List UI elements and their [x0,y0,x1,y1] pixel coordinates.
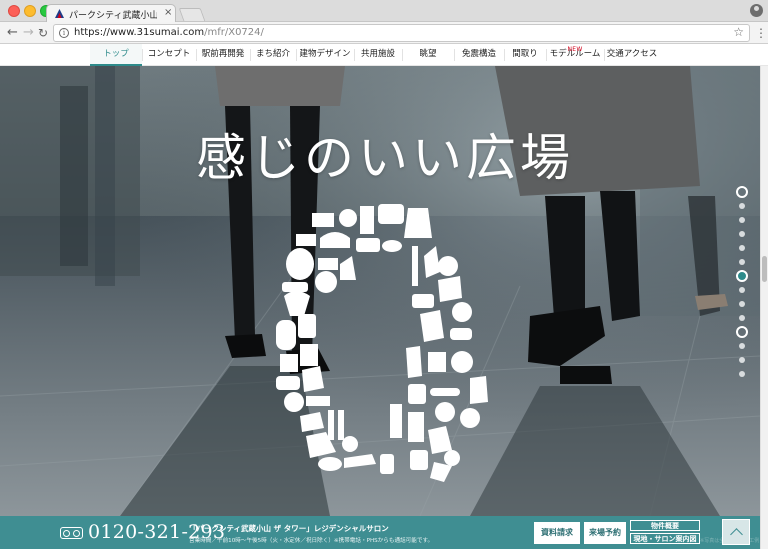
nav-item-floorplan[interactable]: 間取り [504,44,546,66]
browser-tab[interactable]: パークシティ武蔵小山 ザ タワー × [46,4,176,23]
page-scrollbar[interactable] [760,66,768,549]
address-bar[interactable]: i https://www.31sumai.com/mfr/X0724/ ☆ [53,24,750,42]
salon-name: 「パークシティ武蔵小山 ザ タワー」レジデンシャルサロン [189,524,389,533]
pager-dot[interactable] [739,315,745,321]
star-icon[interactable]: ☆ [733,25,744,39]
nav-item-label: トップ [103,49,129,59]
nav-item-station-redevelopment[interactable]: 駅前再開発 [196,44,250,66]
nav-item-label: コンセプト [147,49,191,59]
nav-item-top[interactable]: トップ [90,44,142,66]
pager-dot[interactable] [739,217,745,223]
close-window-button[interactable] [8,5,20,17]
close-icon[interactable]: × [164,7,172,18]
nav-item-label: 建物デザイン [299,49,351,59]
reload-icon[interactable]: ↻ [38,25,48,41]
url-host: https://www.31sumai.com [74,27,205,38]
nav-item-concept[interactable]: コンセプト [142,44,196,66]
visit-reservation-button[interactable]: 来場予約 [584,522,626,544]
menu-icon[interactable]: ⋮ [755,25,767,41]
nav-item-label: 交通アクセス [606,49,658,59]
site-favicon-icon [55,9,64,18]
back-icon[interactable]: ← [7,25,18,41]
tab-title: パークシティ武蔵小山 ザ タワー [69,11,157,21]
salon-map-button[interactable]: 現地・サロン案内図 [630,533,700,544]
url-text[interactable]: https://www.31sumai.com/mfr/X0724/ [74,27,264,38]
nav-item-building-design[interactable]: 建物デザイン [296,44,354,66]
pager-dot[interactable] [739,343,745,349]
url-path: /mfr/X0724/ [204,27,264,38]
pager-dot[interactable] [739,371,745,377]
browser-toolbar: ← → ↻ i https://www.31sumai.com/mfr/X072… [0,22,768,44]
nav-item-view[interactable]: 眺望 [402,44,454,66]
pager-dot[interactable] [736,326,748,338]
nav-item-town[interactable]: まち紹介 [250,44,296,66]
new-badge: NEW [567,46,583,53]
pager-dot[interactable] [736,186,748,198]
hero-slideshow: 感じのいい広場 [0,66,760,516]
pager-dot-current[interactable] [736,270,748,282]
nav-item-facilities[interactable]: 共用施設 [354,44,402,66]
pager-dot[interactable] [739,245,745,251]
business-hours: 営業時間／午前10時〜午後5時（火・水定休／祝日除く）※携帯電話・PHSからも通… [189,538,434,544]
browser-tab-bar: パークシティ武蔵小山 ザ タワー × [0,0,768,23]
nav-item-seismic[interactable]: 免震構造 [454,44,504,66]
pager-dot[interactable] [739,203,745,209]
page-scrollbar-thumb[interactable] [762,256,767,282]
hero-title: 感じのいい広場 [196,129,574,187]
pager-dot[interactable] [739,259,745,265]
pager-dot[interactable] [739,287,745,293]
nav-item-label: 駅前再開発 [201,49,245,59]
request-docs-button[interactable]: 資料請求 [534,522,580,544]
pager-dot[interactable] [739,357,745,363]
free-dial-icon [60,527,83,539]
nav-item-label: 眺望 [419,49,437,59]
info-icon[interactable]: i [59,28,69,38]
pager-dot[interactable] [739,231,745,237]
nav-item-model-room[interactable]: NEW モデルルーム [546,44,604,66]
nav-item-access[interactable]: 交通アクセス [604,44,660,66]
nav-item-label: 免震構造 [461,49,496,59]
site-nav: トップ コンセプト 駅前再開発 まち紹介 建物デザイン 共用施設 眺望 免震構造… [0,44,768,66]
property-overview-button[interactable]: 物件概要 [630,520,700,531]
new-tab-button[interactable] [178,8,206,21]
nav-item-label: 間取り [512,49,538,59]
profile-icon[interactable] [750,4,763,17]
forward-icon[interactable]: → [23,25,34,41]
pager-dot[interactable] [739,301,745,307]
back-to-top-button[interactable] [722,519,750,545]
nav-item-label: 共用施設 [360,49,395,59]
nav-item-label: まち紹介 [255,49,290,59]
minimize-window-button[interactable] [24,5,36,17]
